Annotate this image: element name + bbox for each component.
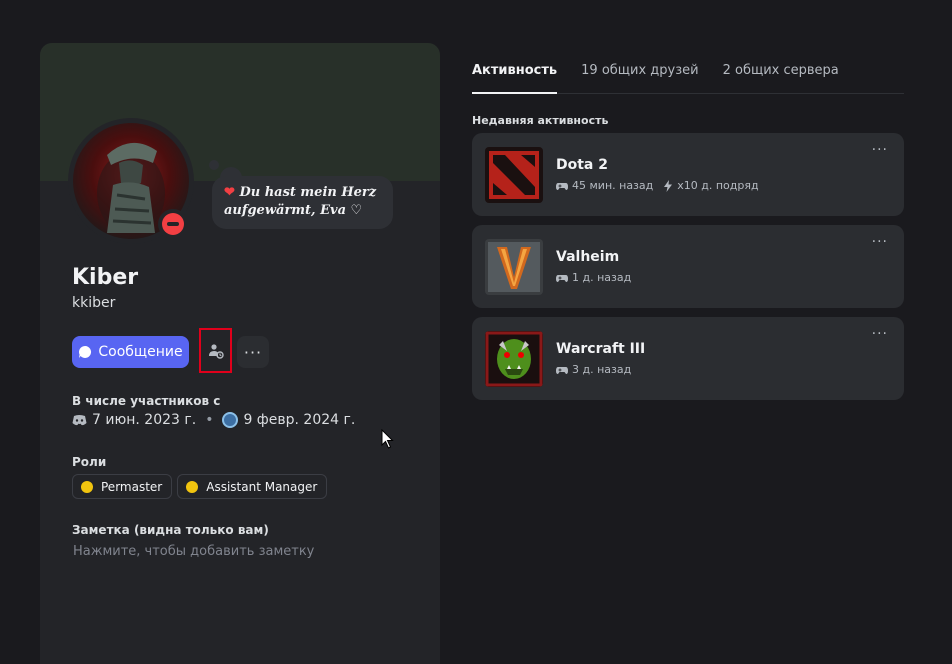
recent-activity-title: Недавняя активность [472, 114, 609, 127]
more-options-button[interactable]: ··· [237, 336, 269, 368]
activity-meta: 45 мин. назад x10 д. подряд [556, 179, 759, 192]
activity-meta: 1 д. назад [556, 271, 631, 284]
tab-mutual-servers[interactable]: 2 общих сервера [723, 63, 839, 94]
add-friend-button[interactable] [199, 328, 232, 373]
member-since-title: В числе участников с [72, 394, 221, 408]
activity-more-icon[interactable]: ··· [872, 142, 888, 158]
dota-2-icon [485, 147, 543, 203]
discord-join-date: 7 июн. 2023 г. [92, 412, 197, 428]
role-color-dot [186, 480, 199, 493]
profile-card: ❤ Du hast mein Herz aufgewärmt, Eva ♡ Ki… [40, 43, 440, 664]
status-bubble-tail-small [209, 160, 219, 170]
role-color-dot [81, 480, 93, 493]
member-since-row: 7 июн. 2023 г. • 9 февр. 2024 г. [72, 412, 355, 428]
last-played: 1 д. назад [572, 271, 632, 284]
display-name: Kiber [72, 265, 139, 290]
avatar-frame [68, 118, 194, 244]
profile-window: ❤ Du hast mein Herz aufgewärmt, Eva ♡ Ki… [0, 0, 952, 664]
custom-status-bubble[interactable]: ❤ Du hast mein Herz aufgewärmt, Eva ♡ [212, 176, 393, 229]
chat-bubble-icon [79, 345, 92, 358]
tab-mutual-friends[interactable]: 19 общих друзей [581, 63, 698, 94]
activity-more-icon[interactable]: ··· [872, 326, 888, 342]
add-friend-icon [208, 343, 224, 359]
play-streak: x10 д. подряд [677, 179, 759, 192]
role-badge[interactable]: Permaster [72, 474, 173, 499]
game-name: Valheim [556, 249, 620, 265]
username[interactable]: kkiber [72, 295, 115, 311]
role-name: Permaster [101, 479, 163, 494]
profile-tabs: Активность 19 общих друзей 2 общих серве… [472, 63, 904, 94]
heart-icon: ❤ [224, 185, 235, 200]
activity-card[interactable]: Warcraft III 3 д. назад ··· [472, 317, 904, 400]
role-name: Assistant Manager [206, 479, 318, 494]
last-played: 3 д. назад [572, 363, 632, 376]
activity-card[interactable]: Dota 2 45 мин. назад x10 д. подряд ··· [472, 133, 904, 216]
gamepad-icon [556, 182, 568, 190]
custom-status-text: Du hast mein Herz aufgewärmt, Eva ♡ [224, 185, 377, 218]
last-played: 45 мин. назад [572, 179, 654, 192]
gamepad-icon [556, 366, 568, 374]
note-title: Заметка (видна только вам) [72, 523, 269, 537]
discord-icon [72, 415, 87, 426]
activity-card[interactable]: Valheim 1 д. назад ··· [472, 225, 904, 308]
activity-meta: 3 д. назад [556, 363, 631, 376]
more-dots-icon: ··· [243, 342, 263, 362]
message-button-label: Сообщение [98, 344, 183, 360]
server-join-date: 9 февр. 2024 г. [243, 412, 356, 428]
gamepad-icon [556, 274, 568, 282]
dnd-status-icon [158, 209, 188, 239]
game-name: Dota 2 [556, 157, 608, 173]
lightning-icon [664, 179, 673, 192]
game-name: Warcraft III [556, 341, 646, 357]
note-input[interactable]: Нажмите, чтобы добавить заметку [73, 544, 314, 559]
warcraft-iii-icon [485, 331, 543, 387]
roles-list: Permaster Assistant Manager [72, 474, 328, 499]
tab-activity[interactable]: Активность [472, 63, 558, 94]
mouse-cursor-icon [381, 429, 394, 449]
message-button[interactable]: Сообщение [72, 336, 189, 368]
date-separator: • [205, 412, 214, 428]
role-badge[interactable]: Assistant Manager [177, 474, 328, 499]
activity-more-icon[interactable]: ··· [872, 234, 888, 250]
valheim-icon [485, 239, 543, 295]
server-icon [222, 412, 239, 428]
roles-title: Роли [72, 455, 107, 469]
